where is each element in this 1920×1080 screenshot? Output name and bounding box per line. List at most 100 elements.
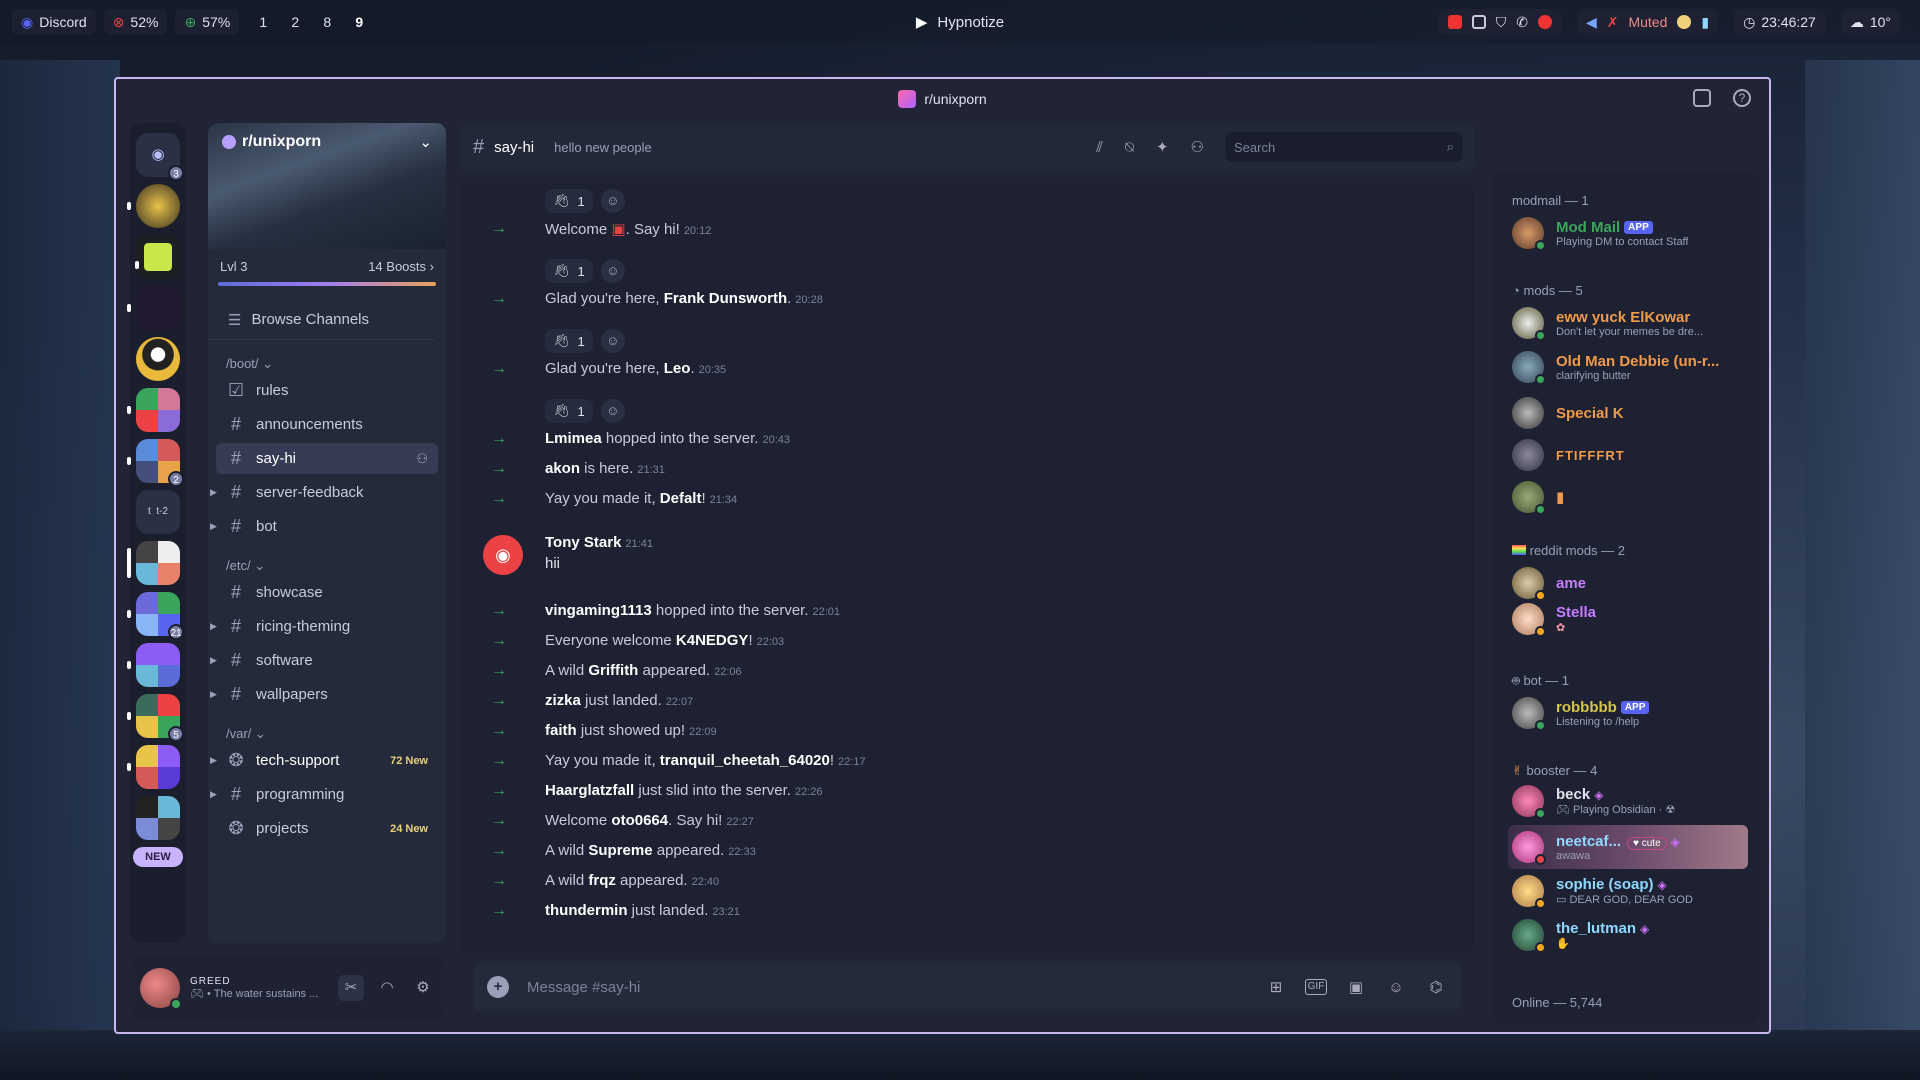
browse-channels-button[interactable]: ☰ Browse Channels: [208, 300, 434, 340]
member-item[interactable]: FTIFFFRT: [1512, 435, 1752, 475]
server-folder[interactable]: [127, 745, 180, 789]
member-item[interactable]: Special K: [1512, 393, 1752, 433]
member-item[interactable]: ame: [1512, 563, 1752, 603]
channel-server-feedback[interactable]: ▶ # server-feedback: [210, 477, 438, 508]
server-folder[interactable]: [127, 388, 180, 432]
server-avatar[interactable]: [127, 184, 180, 228]
members-icon[interactable]: ⚇: [1191, 138, 1204, 156]
server-folder[interactable]: [127, 541, 180, 585]
member-name[interactable]: zizka: [545, 692, 581, 709]
member-item[interactable]: beck ◈ 🎮︎ Playing Obsidian · ☢: [1512, 781, 1752, 821]
member-item[interactable]: Stella ✿: [1512, 599, 1752, 639]
wave-reaction[interactable]: 👋︎ 1: [545, 329, 593, 353]
gamepad-icon[interactable]: ⌬: [1425, 978, 1447, 996]
channel-bot[interactable]: ▶ # bot: [210, 511, 438, 542]
server-avatar[interactable]: [127, 286, 180, 330]
member-name[interactable]: Leo: [664, 360, 691, 377]
member-item[interactable]: Mod Mail APP Playing DM to contact Staff: [1512, 213, 1752, 253]
member-name[interactable]: Defalt: [660, 490, 702, 507]
member-item[interactable]: Old Man Debbie (un-r... clarifying butter: [1512, 347, 1752, 387]
settings-gear-icon[interactable]: ⚙: [410, 975, 436, 1001]
emoji-icon[interactable]: ☺: [1385, 979, 1407, 996]
channel-projects[interactable]: ❂ projects 24 New: [216, 813, 438, 844]
channel-announcements[interactable]: # announcements: [216, 409, 438, 440]
add-reaction-icon[interactable]: ☺: [600, 399, 625, 423]
member-item[interactable]: neetcaf... ♥ cute ◈ awawa: [1508, 825, 1748, 869]
inbox-icon[interactable]: [1693, 89, 1711, 107]
active-app[interactable]: ◉ Discord: [12, 9, 96, 35]
channel-say-hi[interactable]: # say-hi ⚇: [216, 443, 438, 474]
cloud-red-icon[interactable]: [1447, 15, 1462, 29]
server-folder[interactable]: 21: [127, 592, 184, 640]
channel-showcase[interactable]: # showcase: [216, 577, 438, 608]
chevron-down-icon[interactable]: ⌄: [419, 133, 432, 151]
wave-reaction[interactable]: 👋︎ 1: [545, 259, 593, 283]
member-item[interactable]: sophie (soap) ◈ ▭ DEAR GOD, DEAR GOD: [1512, 871, 1752, 911]
member-name[interactable]: Supreme: [588, 842, 652, 859]
discord-avatar[interactable]: ◉: [483, 535, 523, 575]
phone-icon[interactable]: ✆: [1516, 14, 1528, 31]
member-name[interactable]: tranquil_cheetah_64020: [660, 752, 830, 769]
channel-software[interactable]: ▶ # software: [210, 645, 438, 676]
category-etc[interactable]: /etc/ ⌄: [208, 542, 446, 574]
server-avatar[interactable]: [135, 235, 180, 279]
member-name[interactable]: Griffith: [588, 662, 638, 679]
gif-icon[interactable]: GIF: [1305, 979, 1327, 995]
record-icon[interactable]: [1537, 15, 1552, 29]
member-name[interactable]: Lmimea: [545, 430, 602, 447]
channel-ricing-theming[interactable]: ▶ # ricing-theming: [210, 611, 438, 642]
home-button[interactable]: ◉ 3: [136, 133, 184, 181]
member-item[interactable]: ▮: [1512, 477, 1752, 517]
channel-rules[interactable]: ☑ rules: [216, 375, 438, 406]
wave-reaction[interactable]: 👋︎ 1: [545, 189, 593, 213]
clock-widget[interactable]: ◷ 23:46:27: [1734, 9, 1825, 35]
memory-widget[interactable]: ⊕ 57%: [175, 9, 240, 35]
media-widget[interactable]: ▶ Hypnotize: [916, 0, 1004, 44]
category-var[interactable]: /var/ ⌄: [208, 710, 446, 742]
channel-wallpapers[interactable]: ▶ # wallpapers: [210, 679, 438, 710]
server-folder[interactable]: 2: [127, 439, 184, 487]
server-folder[interactable]: [127, 643, 180, 687]
sticker-icon[interactable]: ▣: [1345, 978, 1367, 996]
member-name[interactable]: Haarglatzfall: [545, 782, 634, 799]
search-input[interactable]: Search ⌕: [1226, 132, 1462, 162]
add-reaction-icon[interactable]: ☺: [600, 189, 625, 213]
member-name[interactable]: frqz: [588, 872, 616, 889]
member-name[interactable]: Frank Dunsworth: [664, 290, 787, 307]
member-name[interactable]: vingaming1113: [545, 602, 652, 619]
server-avatar[interactable]: [136, 337, 180, 381]
mic-muted-icon[interactable]: ✂: [338, 975, 364, 1001]
threads-icon[interactable]: ⫽: [1096, 139, 1103, 156]
shield-icon[interactable]: ⛉: [1496, 14, 1507, 31]
member-name[interactable]: oto0664: [611, 812, 668, 829]
server-folder[interactable]: 5: [127, 694, 184, 742]
gift-icon[interactable]: ⊞: [1265, 978, 1287, 996]
notifications-muted-icon[interactable]: ⍉: [1125, 139, 1134, 156]
server-banner[interactable]: r/unixporn ⌄: [208, 123, 446, 249]
category-boot[interactable]: /boot/ ⌄: [208, 340, 446, 372]
server-folder[interactable]: t t-2: [136, 490, 180, 534]
add-reaction-icon[interactable]: ☺: [600, 329, 625, 353]
workspace-1[interactable]: 1: [247, 14, 279, 30]
attach-plus-icon[interactable]: +: [487, 976, 509, 998]
audio-widget[interactable]: ◀ ✗ Muted ▮: [1576, 9, 1719, 35]
workspace-2[interactable]: 2: [279, 14, 311, 30]
member-name[interactable]: akon: [545, 460, 580, 477]
channel-tech-support[interactable]: ▶ ❂ tech-support 72 New: [210, 745, 438, 776]
channel-programming[interactable]: ▶ # programming: [210, 779, 438, 810]
cpu-widget[interactable]: ⊗ 52%: [103, 9, 168, 35]
member-item[interactable]: robbbbb APP Listening to /help: [1512, 693, 1752, 733]
channel-topic[interactable]: hello new people: [554, 140, 652, 155]
add-reaction-icon[interactable]: ☺: [600, 259, 625, 283]
composer-placeholder[interactable]: Message #say-hi: [527, 979, 1247, 996]
message-composer[interactable]: + Message #say-hi ⊞ GIF ▣ ☺ ⌬: [473, 963, 1461, 1011]
member-name[interactable]: faith: [545, 722, 577, 739]
boost-status[interactable]: Lvl 3 14 Boosts ›: [208, 249, 446, 274]
member-name[interactable]: K4NEDGY: [676, 632, 749, 649]
member-name[interactable]: thundermin: [545, 902, 628, 919]
wave-reaction[interactable]: 👋︎ 1: [545, 399, 593, 423]
server-folder[interactable]: [136, 796, 180, 840]
member-item[interactable]: the_lutman ◈ ✋: [1512, 915, 1752, 955]
add-member-icon[interactable]: ⚇: [416, 451, 428, 467]
headphones-icon[interactable]: ◠: [374, 975, 400, 1001]
